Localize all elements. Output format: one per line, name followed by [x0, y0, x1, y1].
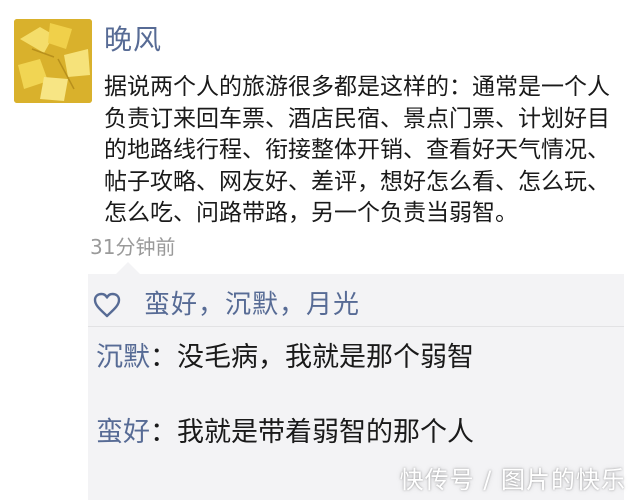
- heart-icon: [93, 292, 121, 318]
- comment-separator: ：: [150, 417, 177, 448]
- likes-names[interactable]: 蛮好，沉默，月光: [144, 285, 360, 325]
- post-timestamp: 31分钟前: [90, 235, 176, 259]
- avatar[interactable]: [14, 19, 92, 103]
- comment-text: 没毛病，我就是那个弱智: [177, 342, 474, 373]
- likes-divider: [88, 326, 624, 327]
- watermark: 快传号 / 图片的快乐: [399, 466, 626, 494]
- likes-row: 蛮好，沉默，月光: [92, 285, 360, 325]
- post-username[interactable]: 晚风: [104, 20, 162, 60]
- comment-text: 我就是带着弱智的那个人: [177, 417, 474, 448]
- comment-item[interactable]: 沉默：没毛病，我就是那个弱智: [96, 338, 474, 378]
- post-text: 据说两个人的旅游很多都是这样的：通常是一个人 负责订来回车票、酒店民宿、景点门票…: [104, 74, 610, 226]
- comment-author[interactable]: 沉默: [96, 342, 150, 373]
- comment-box-arrow: [116, 262, 140, 274]
- comment-author[interactable]: 蛮好: [96, 417, 150, 448]
- comment-item[interactable]: 蛮好：我就是带着弱智的那个人: [96, 413, 474, 453]
- comment-separator: ：: [150, 342, 177, 373]
